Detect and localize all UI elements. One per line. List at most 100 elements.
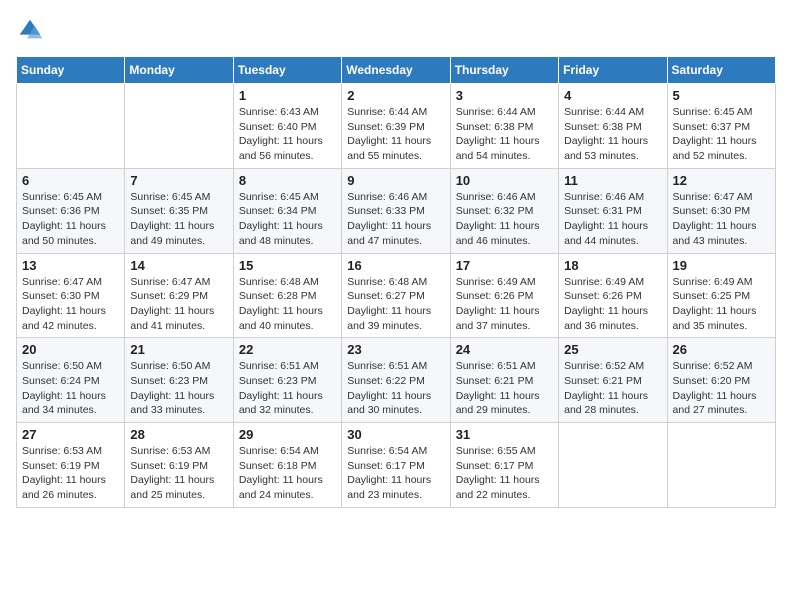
weekday-header-wednesday: Wednesday	[342, 57, 450, 84]
calendar-cell: 29 Sunrise: 6:54 AMSunset: 6:18 PMDayligh…	[233, 423, 341, 508]
day-info: Sunrise: 6:49 AMSunset: 6:26 PMDaylight:…	[456, 275, 553, 334]
day-number: 12	[673, 173, 770, 188]
day-number: 1	[239, 88, 336, 103]
calendar-cell: 1 Sunrise: 6:43 AMSunset: 6:40 PMDaylight…	[233, 84, 341, 169]
calendar-cell: 15 Sunrise: 6:48 AMSunset: 6:28 PMDayligh…	[233, 253, 341, 338]
calendar-cell: 19Sunrise: 6:49 AMSunset: 6:25 PMDayligh…	[667, 253, 775, 338]
calendar-cell: 27 Sunrise: 6:53 AMSunset: 6:19 PMDayligh…	[17, 423, 125, 508]
calendar-cell: 5Sunrise: 6:45 AMSunset: 6:37 PMDaylight…	[667, 84, 775, 169]
calendar-cell: 12 Sunrise: 6:47 AMSunset: 6:30 PMDayligh…	[667, 168, 775, 253]
calendar-cell: 10Sunrise: 6:46 AMSunset: 6:32 PMDayligh…	[450, 168, 558, 253]
day-info: Sunrise: 6:47 AMSunset: 6:30 PMDaylight:…	[22, 275, 119, 334]
calendar-cell: 23 Sunrise: 6:51 AMSunset: 6:22 PMDayligh…	[342, 338, 450, 423]
calendar-week-row: 27 Sunrise: 6:53 AMSunset: 6:19 PMDayligh…	[17, 423, 776, 508]
day-info: Sunrise: 6:44 AMSunset: 6:38 PMDaylight:…	[564, 105, 661, 164]
day-number: 22	[239, 342, 336, 357]
day-number: 21	[130, 342, 227, 357]
day-number: 25	[564, 342, 661, 357]
day-info: Sunrise: 6:45 AMSunset: 6:35 PMDaylight:…	[130, 190, 227, 249]
day-info: Sunrise: 6:48 AMSunset: 6:27 PMDaylight:…	[347, 275, 444, 334]
day-info: Sunrise: 6:51 AMSunset: 6:22 PMDaylight:…	[347, 359, 444, 418]
weekday-header-friday: Friday	[559, 57, 667, 84]
day-info: Sunrise: 6:47 AMSunset: 6:29 PMDaylight:…	[130, 275, 227, 334]
day-info: Sunrise: 6:48 AMSunset: 6:28 PMDaylight:…	[239, 275, 336, 334]
calendar-cell: 20Sunrise: 6:50 AMSunset: 6:24 PMDayligh…	[17, 338, 125, 423]
calendar-table: SundayMondayTuesdayWednesdayThursdayFrid…	[16, 56, 776, 508]
day-info: Sunrise: 6:49 AMSunset: 6:25 PMDaylight:…	[673, 275, 770, 334]
calendar-cell	[667, 423, 775, 508]
calendar-cell	[559, 423, 667, 508]
day-info: Sunrise: 6:53 AMSunset: 6:19 PMDaylight:…	[22, 444, 119, 503]
day-number: 4	[564, 88, 661, 103]
day-info: Sunrise: 6:52 AMSunset: 6:20 PMDaylight:…	[673, 359, 770, 418]
day-info: Sunrise: 6:50 AMSunset: 6:23 PMDaylight:…	[130, 359, 227, 418]
day-info: Sunrise: 6:54 AMSunset: 6:17 PMDaylight:…	[347, 444, 444, 503]
day-number: 27	[22, 427, 119, 442]
day-info: Sunrise: 6:52 AMSunset: 6:21 PMDaylight:…	[564, 359, 661, 418]
day-info: Sunrise: 6:54 AMSunset: 6:18 PMDaylight:…	[239, 444, 336, 503]
day-info: Sunrise: 6:45 AMSunset: 6:34 PMDaylight:…	[239, 190, 336, 249]
day-info: Sunrise: 6:46 AMSunset: 6:32 PMDaylight:…	[456, 190, 553, 249]
calendar-cell: 3Sunrise: 6:44 AMSunset: 6:38 PMDaylight…	[450, 84, 558, 169]
day-number: 29	[239, 427, 336, 442]
day-number: 17	[456, 258, 553, 273]
weekday-header-monday: Monday	[125, 57, 233, 84]
weekday-header-saturday: Saturday	[667, 57, 775, 84]
calendar-week-row: 1 Sunrise: 6:43 AMSunset: 6:40 PMDaylight…	[17, 84, 776, 169]
calendar-cell	[17, 84, 125, 169]
calendar-cell: 25 Sunrise: 6:52 AMSunset: 6:21 PMDayligh…	[559, 338, 667, 423]
calendar-cell: 4 Sunrise: 6:44 AMSunset: 6:38 PMDaylight…	[559, 84, 667, 169]
day-number: 26	[673, 342, 770, 357]
day-number: 2	[347, 88, 444, 103]
day-info: Sunrise: 6:50 AMSunset: 6:24 PMDaylight:…	[22, 359, 119, 418]
day-number: 7	[130, 173, 227, 188]
calendar-cell: 7 Sunrise: 6:45 AMSunset: 6:35 PMDaylight…	[125, 168, 233, 253]
calendar-cell: 17 Sunrise: 6:49 AMSunset: 6:26 PMDayligh…	[450, 253, 558, 338]
day-info: Sunrise: 6:55 AMSunset: 6:17 PMDaylight:…	[456, 444, 553, 503]
logo-icon	[16, 16, 44, 44]
calendar-cell: 26 Sunrise: 6:52 AMSunset: 6:20 PMDayligh…	[667, 338, 775, 423]
calendar-cell: 30Sunrise: 6:54 AMSunset: 6:17 PMDayligh…	[342, 423, 450, 508]
weekday-header-sunday: Sunday	[17, 57, 125, 84]
calendar-cell: 8Sunrise: 6:45 AMSunset: 6:34 PMDaylight…	[233, 168, 341, 253]
day-info: Sunrise: 6:51 AMSunset: 6:23 PMDaylight:…	[239, 359, 336, 418]
day-number: 15	[239, 258, 336, 273]
day-info: Sunrise: 6:43 AMSunset: 6:40 PMDaylight:…	[239, 105, 336, 164]
day-number: 23	[347, 342, 444, 357]
calendar-cell: 13 Sunrise: 6:47 AMSunset: 6:30 PMDayligh…	[17, 253, 125, 338]
day-number: 6	[22, 173, 119, 188]
calendar-week-row: 13 Sunrise: 6:47 AMSunset: 6:30 PMDayligh…	[17, 253, 776, 338]
calendar-cell: 11 Sunrise: 6:46 AMSunset: 6:31 PMDayligh…	[559, 168, 667, 253]
day-info: Sunrise: 6:45 AMSunset: 6:37 PMDaylight:…	[673, 105, 770, 164]
calendar-cell: 21 Sunrise: 6:50 AMSunset: 6:23 PMDayligh…	[125, 338, 233, 423]
day-info: Sunrise: 6:44 AMSunset: 6:39 PMDaylight:…	[347, 105, 444, 164]
day-number: 24	[456, 342, 553, 357]
day-info: Sunrise: 6:46 AMSunset: 6:31 PMDaylight:…	[564, 190, 661, 249]
calendar-cell: 31Sunrise: 6:55 AMSunset: 6:17 PMDayligh…	[450, 423, 558, 508]
calendar-cell: 2 Sunrise: 6:44 AMSunset: 6:39 PMDaylight…	[342, 84, 450, 169]
day-number: 13	[22, 258, 119, 273]
calendar-cell: 16 Sunrise: 6:48 AMSunset: 6:27 PMDayligh…	[342, 253, 450, 338]
day-number: 11	[564, 173, 661, 188]
day-info: Sunrise: 6:51 AMSunset: 6:21 PMDaylight:…	[456, 359, 553, 418]
weekday-header-tuesday: Tuesday	[233, 57, 341, 84]
calendar-week-row: 6 Sunrise: 6:45 AMSunset: 6:36 PMDaylight…	[17, 168, 776, 253]
calendar-cell: 24 Sunrise: 6:51 AMSunset: 6:21 PMDayligh…	[450, 338, 558, 423]
calendar-cell: 22 Sunrise: 6:51 AMSunset: 6:23 PMDayligh…	[233, 338, 341, 423]
day-number: 9	[347, 173, 444, 188]
day-info: Sunrise: 6:44 AMSunset: 6:38 PMDaylight:…	[456, 105, 553, 164]
day-number: 14	[130, 258, 227, 273]
calendar-week-row: 20Sunrise: 6:50 AMSunset: 6:24 PMDayligh…	[17, 338, 776, 423]
day-number: 16	[347, 258, 444, 273]
weekday-header-thursday: Thursday	[450, 57, 558, 84]
day-info: Sunrise: 6:47 AMSunset: 6:30 PMDaylight:…	[673, 190, 770, 249]
calendar-cell: 14 Sunrise: 6:47 AMSunset: 6:29 PMDayligh…	[125, 253, 233, 338]
day-info: Sunrise: 6:45 AMSunset: 6:36 PMDaylight:…	[22, 190, 119, 249]
calendar-cell: 28Sunrise: 6:53 AMSunset: 6:19 PMDayligh…	[125, 423, 233, 508]
logo	[16, 16, 48, 44]
day-info: Sunrise: 6:53 AMSunset: 6:19 PMDaylight:…	[130, 444, 227, 503]
calendar-cell	[125, 84, 233, 169]
weekday-header-row: SundayMondayTuesdayWednesdayThursdayFrid…	[17, 57, 776, 84]
day-info: Sunrise: 6:49 AMSunset: 6:26 PMDaylight:…	[564, 275, 661, 334]
calendar-cell: 6 Sunrise: 6:45 AMSunset: 6:36 PMDaylight…	[17, 168, 125, 253]
